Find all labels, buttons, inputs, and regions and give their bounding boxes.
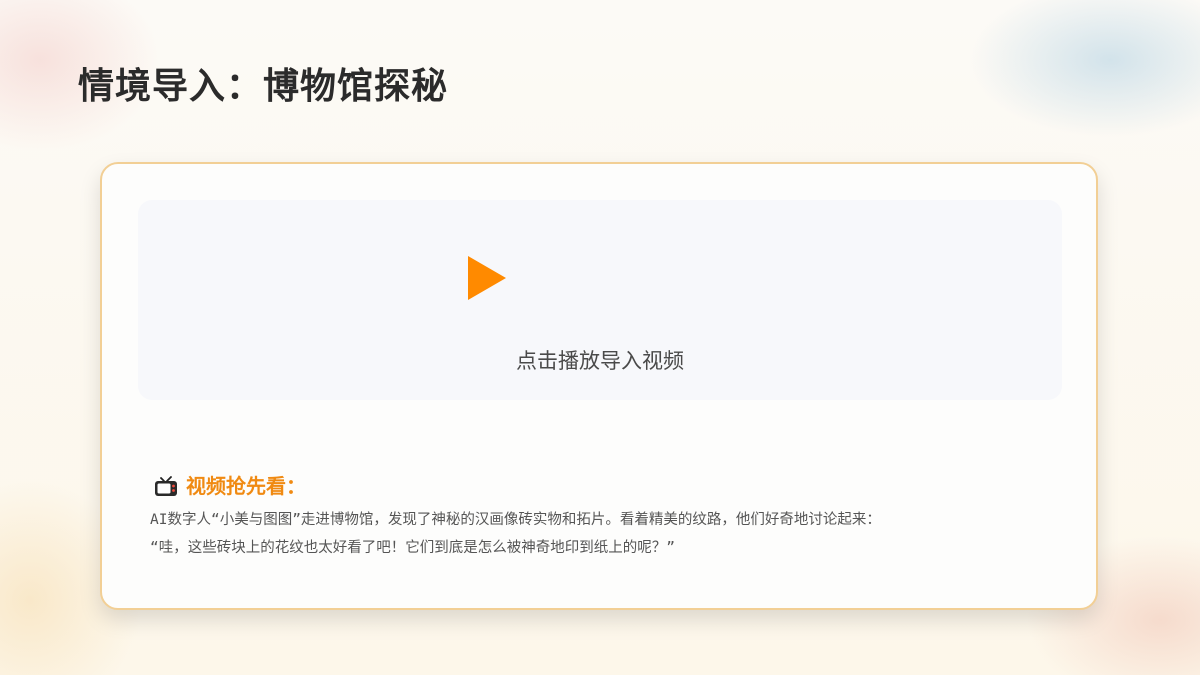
preview-label: 视频抢先看： — [186, 474, 306, 498]
preview-description: AI数字人“小美与图图”走进博物馆，发现了神秘的汉画像砖实物和拓片。看着精美的纹… — [150, 506, 1055, 562]
preview-line: AI数字人“小美与图图”走进博物馆，发现了神秘的汉画像砖实物和拓片。看着精美的纹… — [150, 512, 881, 528]
video-caption: 点击播放导入视频 — [516, 349, 684, 373]
page-title: 情境导入：博物馆探秘 — [78, 65, 449, 107]
preview-heading: 视频抢先看： — [152, 472, 306, 500]
tv-icon — [155, 476, 177, 496]
video-player[interactable]: 点击播放导入视频 — [138, 200, 1062, 400]
content-card: 点击播放导入视频 视频抢先看： AI数字人“小美与图图”走进博物馆，发现了神秘的… — [100, 162, 1098, 610]
play-icon[interactable] — [468, 256, 506, 300]
preview-line: “哇，这些砖块上的花纹也太好看了吧！它们到底是怎么被神奇地印到纸上的呢？” — [150, 540, 675, 556]
